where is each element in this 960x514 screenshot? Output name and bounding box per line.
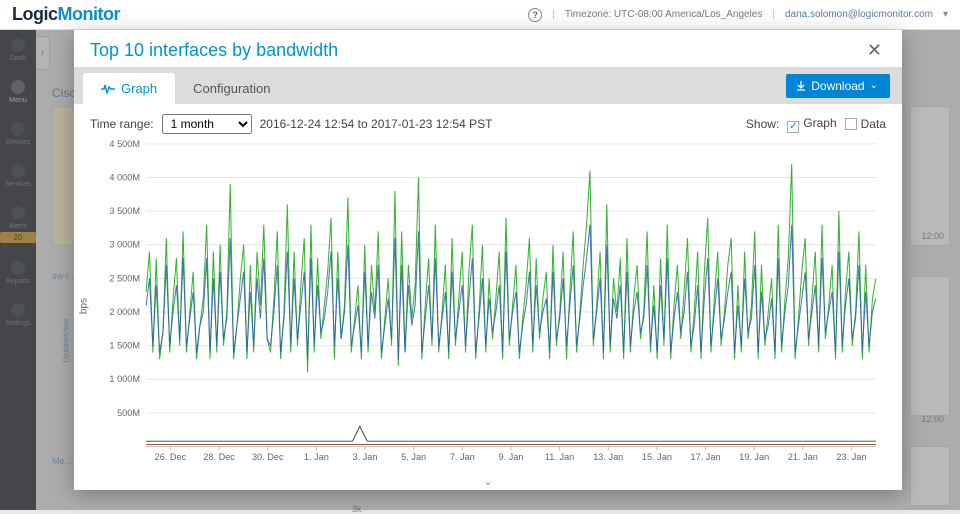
svg-text:7. Jan: 7. Jan	[450, 452, 475, 462]
svg-text:3 500M: 3 500M	[109, 206, 140, 216]
chart-expand-chevron-icon[interactable]: ⌄	[483, 474, 493, 488]
timezone-label: Timezone: UTC-08:00 America/Los_Angeles	[565, 9, 763, 20]
svg-text:3. Jan: 3. Jan	[353, 452, 378, 462]
time-range-span: 2016-12-24 12:54 to 2017-01-23 12:54 PST	[260, 117, 493, 131]
svg-text:30. Dec: 30. Dec	[252, 452, 284, 462]
svg-text:5. Jan: 5. Jan	[401, 452, 426, 462]
svg-text:13. Jan: 13. Jan	[593, 452, 623, 462]
tab-graph[interactable]: Graph	[83, 73, 175, 104]
time-range-select[interactable]: 1 month	[162, 114, 252, 134]
svg-text:500M: 500M	[117, 408, 140, 418]
show-graph-toggle[interactable]: Graph	[787, 116, 836, 133]
download-button[interactable]: Download ⌄	[786, 74, 890, 98]
pulse-icon	[101, 84, 115, 94]
svg-text:23. Jan: 23. Jan	[836, 452, 866, 462]
user-email-link[interactable]: dana.solomon@logicmonitor.com	[785, 9, 933, 20]
show-data-toggle[interactable]: Data	[845, 117, 886, 131]
time-range-label: Time range:	[90, 117, 154, 131]
modal-title: Top 10 interfaces by bandwidth	[90, 40, 338, 61]
svg-text:11. Jan: 11. Jan	[545, 452, 574, 462]
svg-text:4 500M: 4 500M	[109, 139, 140, 149]
svg-text:9. Jan: 9. Jan	[498, 452, 523, 462]
y-axis-label: bps	[79, 298, 90, 314]
brand-logo: LogicMonitor	[12, 4, 120, 25]
svg-text:26. Dec: 26. Dec	[155, 452, 187, 462]
svg-text:21. Jan: 21. Jan	[788, 452, 818, 462]
svg-text:1 500M: 1 500M	[109, 341, 140, 351]
svg-text:19. Jan: 19. Jan	[739, 452, 769, 462]
svg-text:2 000M: 2 000M	[109, 307, 140, 317]
bandwidth-modal: Top 10 interfaces by bandwidth ✕ Graph C…	[74, 30, 902, 490]
modal-close-button[interactable]: ✕	[863, 40, 886, 61]
download-icon	[796, 81, 806, 91]
svg-text:15. Jan: 15. Jan	[642, 452, 672, 462]
svg-text:28. Dec: 28. Dec	[203, 452, 235, 462]
svg-text:1 000M: 1 000M	[109, 374, 140, 384]
svg-text:17. Jan: 17. Jan	[691, 452, 721, 462]
show-label: Show:	[746, 117, 779, 131]
tab-configuration[interactable]: Configuration	[175, 73, 288, 104]
bandwidth-chart[interactable]: 500M 1 000M 1 500M 2 000M 2 500M 3 000M 3 500M…	[90, 138, 886, 470]
help-icon[interactable]: ?	[528, 8, 542, 22]
svg-text:4 000M: 4 000M	[109, 173, 140, 183]
svg-text:2 500M: 2 500M	[109, 274, 140, 284]
svg-text:1. Jan: 1. Jan	[304, 452, 329, 462]
svg-text:3 000M: 3 000M	[109, 240, 140, 250]
chevron-down-icon: ⌄	[870, 80, 878, 91]
